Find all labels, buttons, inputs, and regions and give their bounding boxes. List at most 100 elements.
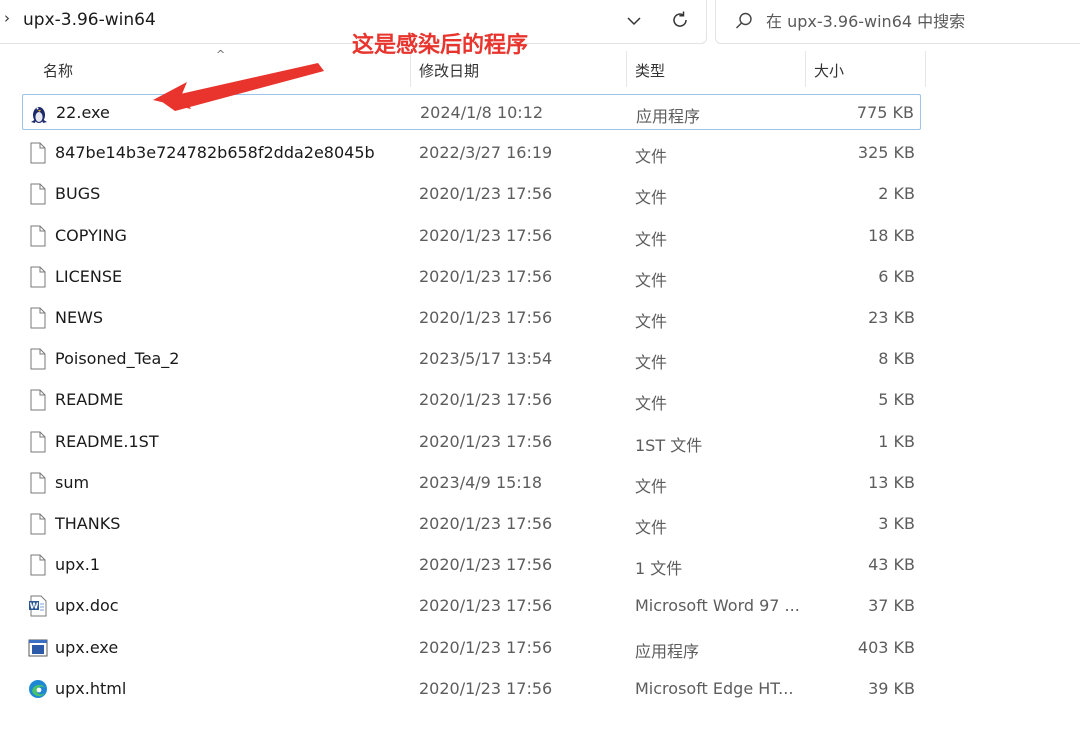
file-size: 325 KB xyxy=(857,143,915,162)
file-modified-date: 2022/3/27 16:19 xyxy=(419,143,553,162)
file-name: README.1ST xyxy=(55,432,159,451)
file-type: 文件 xyxy=(635,188,668,207)
file-modified-date: 2020/1/23 17:56 xyxy=(419,390,553,409)
edge-icon xyxy=(28,678,48,700)
file-row[interactable]: Wupx.doc 2020/1/23 17:56 Microsoft Word 97… xyxy=(22,588,921,624)
file-size: 775 KB xyxy=(856,103,914,122)
file-type: Microsoft Edge HT... xyxy=(635,679,794,698)
file-modified-date: 2023/4/9 15:18 xyxy=(419,473,543,492)
file-row[interactable]: sum 2023/4/9 15:18 文件 13 KB xyxy=(22,465,921,501)
file-icon xyxy=(28,183,48,205)
file-name: upx.1 xyxy=(55,555,101,574)
file-name: upx.html xyxy=(55,679,127,698)
breadcrumb-current-folder[interactable]: upx-3.96-win64 xyxy=(23,10,156,30)
column-header-name-label: 名称 xyxy=(43,62,74,80)
file-size: 8 KB xyxy=(878,349,915,368)
file-modified-date: 2020/1/23 17:56 xyxy=(419,308,553,327)
column-divider[interactable] xyxy=(925,51,926,87)
file-icon xyxy=(28,513,48,535)
file-type: 文件 xyxy=(635,518,668,537)
file-name: 847be14b3e724782b658f2dda2e8045b xyxy=(55,143,375,162)
file-type: 应用程序 xyxy=(636,107,701,126)
file-size: 5 KB xyxy=(878,390,915,409)
file-modified-date: 2020/1/23 17:56 xyxy=(419,267,553,286)
file-row[interactable]: 22.exe 2024/1/8 10:12 应用程序 775 KB xyxy=(22,94,921,130)
file-row[interactable]: NEWS 2020/1/23 17:56 文件 23 KB xyxy=(22,300,921,336)
file-name: sum xyxy=(55,473,90,492)
file-icon xyxy=(28,389,48,411)
file-type: 文件 xyxy=(635,394,668,413)
file-type: Microsoft Word 97 ... xyxy=(635,596,800,615)
file-row[interactable]: README.1ST 2020/1/23 17:56 1ST 文件 1 KB xyxy=(22,424,921,460)
search-icon xyxy=(736,12,752,29)
file-size: 6 KB xyxy=(878,267,915,286)
file-name: LICENSE xyxy=(55,267,123,286)
file-size: 3 KB xyxy=(878,514,915,533)
file-size: 13 KB xyxy=(868,473,915,492)
file-name: THANKS xyxy=(55,514,121,533)
file-type: 应用程序 xyxy=(635,642,700,661)
column-header-type-label: 类型 xyxy=(635,62,666,80)
annotation-text: 这是感染后的程序 xyxy=(352,33,529,58)
file-row[interactable]: LICENSE 2020/1/23 17:56 文件 6 KB xyxy=(22,259,921,295)
file-size: 403 KB xyxy=(857,638,915,657)
file-name: NEWS xyxy=(55,308,104,327)
file-modified-date: 2020/1/23 17:56 xyxy=(419,514,553,533)
file-type: 文件 xyxy=(635,147,668,166)
file-row[interactable]: upx.html 2020/1/23 17:56 Microsoft Edge HT… xyxy=(22,671,921,707)
refresh-icon[interactable] xyxy=(669,9,691,31)
file-icon xyxy=(28,142,48,164)
file-type: 文件 xyxy=(635,230,668,249)
file-name: Poisoned_Tea_2 xyxy=(55,349,180,368)
top-bar: › upx-3.96-win64 xyxy=(0,0,1080,45)
file-name: upx.doc xyxy=(55,596,119,615)
file-icon xyxy=(28,266,48,288)
file-size: 18 KB xyxy=(868,226,915,245)
search-input[interactable] xyxy=(766,8,1076,34)
file-icon xyxy=(28,348,48,370)
file-row[interactable]: README 2020/1/23 17:56 文件 5 KB xyxy=(22,382,921,418)
breadcrumb-separator: › xyxy=(4,9,10,27)
file-modified-date: 2020/1/23 17:56 xyxy=(419,226,553,245)
column-headers: ^ 名称 修改日期 类型 大小 xyxy=(0,48,1080,90)
word-doc-icon: W xyxy=(28,595,48,617)
file-row[interactable]: upx.1 2020/1/23 17:56 1 文件 43 KB xyxy=(22,547,921,583)
file-row[interactable]: COPYING 2020/1/23 17:56 文件 18 KB xyxy=(22,218,921,254)
file-modified-date: 2020/1/23 17:56 xyxy=(419,555,553,574)
file-size: 43 KB xyxy=(868,555,915,574)
exe-app-icon xyxy=(28,637,48,659)
file-modified-date: 2020/1/23 17:56 xyxy=(419,432,553,451)
file-type: 1ST 文件 xyxy=(635,436,703,455)
file-size: 23 KB xyxy=(868,308,915,327)
file-size: 37 KB xyxy=(868,596,915,615)
penguin-app-icon xyxy=(29,102,49,124)
file-size: 2 KB xyxy=(878,184,915,203)
file-modified-date: 2023/5/17 13:54 xyxy=(419,349,553,368)
file-type: 1 文件 xyxy=(635,559,683,578)
file-modified-date: 2020/1/23 17:56 xyxy=(419,638,553,657)
file-type: 文件 xyxy=(635,353,668,372)
file-name: 22.exe xyxy=(56,103,110,122)
file-name: README xyxy=(55,390,124,409)
file-row[interactable]: THANKS 2020/1/23 17:56 文件 3 KB xyxy=(22,506,921,542)
file-name: BUGS xyxy=(55,184,101,203)
file-size: 39 KB xyxy=(868,679,915,698)
file-modified-date: 2020/1/23 17:56 xyxy=(419,596,553,615)
file-icon xyxy=(28,225,48,247)
file-row[interactable]: upx.exe 2020/1/23 17:56 应用程序 403 KB xyxy=(22,630,921,666)
file-row[interactable]: Poisoned_Tea_2 2023/5/17 13:54 文件 8 KB xyxy=(22,341,921,377)
search-box[interactable] xyxy=(715,0,1080,44)
file-icon xyxy=(28,472,48,494)
file-size: 1 KB xyxy=(878,432,915,451)
file-name: upx.exe xyxy=(55,638,119,657)
file-type: 文件 xyxy=(635,312,668,331)
svg-text:W: W xyxy=(30,602,39,611)
file-type: 文件 xyxy=(635,477,668,496)
column-header-size[interactable]: 大小 xyxy=(805,48,925,90)
column-header-type[interactable]: 类型 xyxy=(626,48,805,90)
file-name: COPYING xyxy=(55,226,127,245)
file-type: 文件 xyxy=(635,271,668,290)
file-row[interactable]: 847be14b3e724782b658f2dda2e8045b 2022/3/2… xyxy=(22,135,921,171)
chevron-down-icon[interactable] xyxy=(623,10,645,32)
file-row[interactable]: BUGS 2020/1/23 17:56 文件 2 KB xyxy=(22,176,921,212)
